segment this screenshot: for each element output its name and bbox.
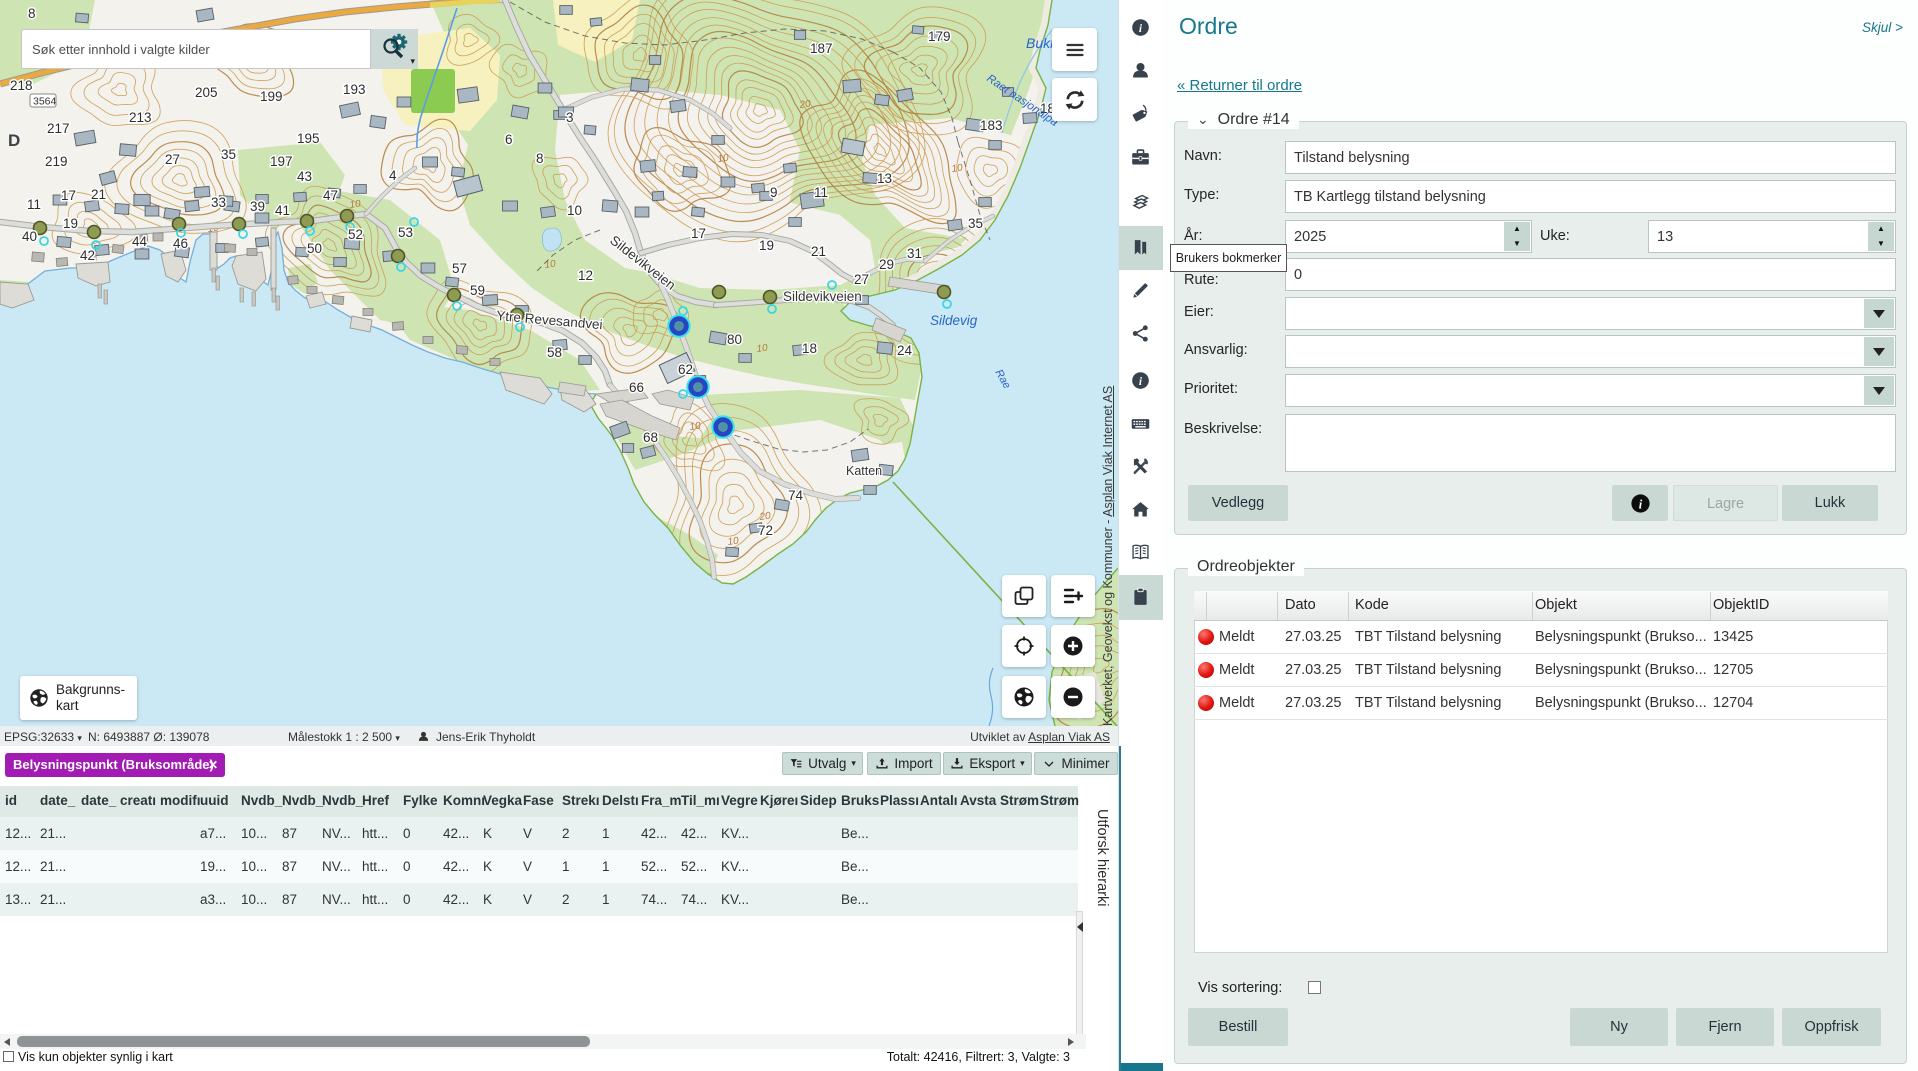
svg-text:Katten: Katten	[846, 464, 882, 478]
svg-text:D: D	[8, 131, 20, 150]
svg-text:58: 58	[547, 345, 562, 360]
svg-text:62: 62	[678, 362, 693, 377]
svg-text:10: 10	[717, 152, 730, 165]
svg-text:11: 11	[814, 185, 828, 200]
svg-text:29: 29	[879, 257, 894, 272]
svg-text:10: 10	[689, 420, 702, 433]
svg-text:46: 46	[173, 236, 188, 251]
svg-text:13: 13	[877, 171, 892, 186]
svg-text:11: 11	[27, 197, 41, 212]
svg-text:20: 20	[798, 98, 812, 111]
svg-text:19: 19	[759, 238, 774, 253]
svg-text:193: 193	[343, 82, 366, 97]
svg-text:10: 10	[544, 258, 557, 271]
svg-text:i: i	[1638, 497, 1642, 511]
svg-text:19: 19	[63, 216, 78, 231]
svg-text:66: 66	[629, 380, 644, 395]
svg-text:21: 21	[811, 244, 826, 259]
svg-text:Sildevikveien: Sildevikveien	[783, 289, 862, 304]
svg-text:9: 9	[770, 185, 778, 200]
svg-text:179: 179	[928, 29, 951, 44]
svg-text:8: 8	[536, 151, 544, 166]
svg-text:217: 217	[47, 121, 70, 136]
svg-text:6: 6	[505, 132, 513, 147]
svg-text:53: 53	[398, 225, 413, 240]
svg-text:205: 205	[195, 85, 218, 100]
svg-text:195: 195	[297, 131, 320, 146]
svg-text:33: 33	[211, 195, 226, 210]
svg-text:4: 4	[389, 168, 397, 183]
svg-text:219: 219	[45, 154, 68, 169]
svg-text:27: 27	[854, 272, 869, 287]
svg-text:218: 218	[10, 78, 33, 93]
svg-text:35: 35	[221, 147, 236, 162]
svg-text:80: 80	[727, 332, 742, 347]
svg-text:24: 24	[897, 343, 913, 358]
svg-text:187: 187	[810, 41, 833, 56]
svg-text:17: 17	[61, 188, 76, 203]
svg-text:41: 41	[275, 203, 290, 218]
svg-text:40: 40	[22, 229, 37, 244]
svg-text:27: 27	[165, 152, 180, 167]
svg-text:10: 10	[951, 162, 964, 175]
svg-text:43: 43	[297, 169, 312, 184]
svg-text:47: 47	[323, 188, 338, 203]
svg-text:12: 12	[578, 268, 593, 283]
svg-text:3564: 3564	[33, 96, 57, 108]
svg-text:18: 18	[802, 341, 817, 356]
svg-text:199: 199	[260, 89, 283, 104]
svg-text:57: 57	[452, 261, 467, 276]
svg-text:72: 72	[758, 523, 773, 538]
svg-text:68: 68	[643, 430, 658, 445]
svg-text:31: 31	[907, 246, 922, 261]
svg-text:74: 74	[788, 488, 804, 503]
svg-text:3: 3	[566, 110, 574, 125]
svg-text:183: 183	[980, 118, 1003, 133]
svg-text:197: 197	[270, 154, 293, 169]
svg-text:213: 213	[129, 110, 152, 125]
svg-text:10: 10	[567, 203, 582, 218]
svg-text:35: 35	[968, 216, 983, 231]
svg-text:59: 59	[470, 283, 485, 298]
svg-text:10: 10	[349, 198, 362, 211]
svg-text:Sildevig: Sildevig	[930, 313, 978, 328]
svg-text:8: 8	[28, 6, 36, 21]
svg-text:17: 17	[691, 226, 706, 241]
svg-text:20: 20	[758, 510, 772, 523]
svg-text:10: 10	[727, 535, 740, 548]
svg-text:50: 50	[307, 241, 322, 256]
svg-text:21: 21	[91, 187, 106, 202]
svg-text:39: 39	[250, 199, 265, 214]
svg-text:42: 42	[80, 248, 95, 263]
svg-text:44: 44	[132, 234, 148, 249]
svg-text:10: 10	[756, 342, 769, 355]
svg-text:52: 52	[348, 227, 363, 242]
